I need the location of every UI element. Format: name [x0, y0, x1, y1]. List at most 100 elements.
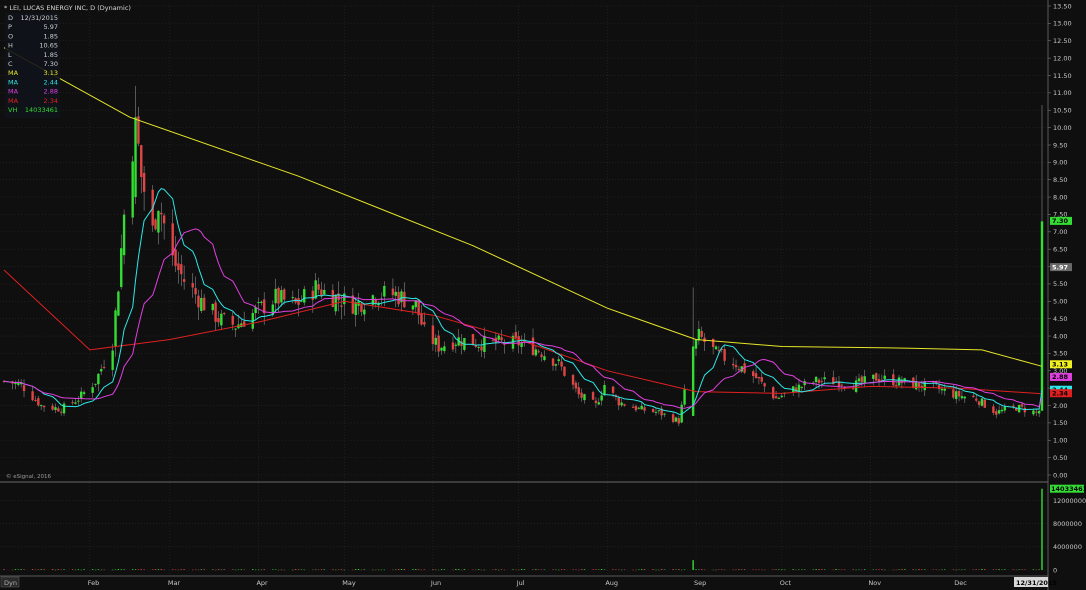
candle-body [637, 407, 641, 409]
price-chart[interactable]: 0.000.501.001.502.002.503.003.504.004.50… [0, 0, 1086, 590]
volume-bar [403, 569, 406, 570]
volume-bar [858, 569, 860, 571]
candle-body [537, 351, 540, 353]
volume-bar [377, 569, 380, 571]
volume-bar [878, 569, 880, 570]
volume-bar [944, 569, 946, 570]
volume-bar [838, 569, 840, 570]
candle-body [992, 406, 995, 413]
candle-body [234, 328, 237, 330]
volume-bar [563, 569, 566, 570]
candle-body [180, 264, 183, 275]
candle-body [937, 385, 941, 390]
volume-bar [783, 569, 786, 571]
volume-tick-label: 4000000 [1053, 543, 1082, 551]
candle-body [540, 354, 543, 358]
volume-bar [272, 569, 274, 570]
legend-value: 2.34 [44, 97, 58, 105]
candle-body [963, 396, 966, 399]
dynamic-tab-label[interactable]: Dyn [4, 579, 17, 587]
candle-body [651, 409, 655, 413]
price-tick-label: 11.50 [1053, 72, 1072, 80]
candle-body [631, 406, 635, 408]
volume-bar [40, 569, 42, 570]
price-tick-label: 12.50 [1053, 37, 1072, 45]
volume-bar [892, 569, 895, 571]
candle-body [923, 381, 926, 391]
volume-bar [174, 569, 177, 571]
candle-body [1032, 410, 1035, 415]
volume-bar [615, 569, 617, 570]
candle-body [757, 377, 761, 379]
candle-body [677, 418, 681, 424]
candle-body [1020, 404, 1024, 407]
volume-bar [423, 569, 426, 570]
candle-body [534, 349, 538, 356]
candle-body [894, 384, 898, 386]
volume-bar [623, 569, 626, 570]
volume-bar [163, 569, 165, 571]
candle-body [597, 402, 600, 405]
candle-body [1035, 411, 1038, 413]
candle-body [397, 291, 400, 305]
volume-bar [595, 569, 597, 570]
price-tick-label: 8.00 [1053, 193, 1067, 201]
volume-bar [480, 569, 483, 571]
candle-body [754, 373, 758, 378]
legend-key: VH [8, 106, 17, 114]
candle-body [563, 366, 566, 376]
candle-body [91, 387, 94, 393]
price-tick-label: 8.50 [1053, 176, 1067, 184]
candle-body [274, 288, 277, 304]
price-badge-label: 2.88 [1052, 373, 1069, 381]
legend-key: MA [8, 88, 19, 96]
month-label: Jul [516, 579, 525, 587]
volume-bar [154, 569, 157, 570]
volume-bar [443, 569, 446, 570]
volume-bar [97, 569, 100, 570]
candle-body [820, 381, 824, 383]
candle-body [577, 387, 580, 395]
volume-bar [94, 569, 97, 571]
volume-bar [277, 569, 280, 571]
volume-bar [292, 569, 294, 571]
legend-key: MA [8, 97, 19, 105]
volume-bar [437, 569, 440, 571]
volume-bar [80, 569, 82, 571]
month-label: Oct [780, 579, 792, 587]
legend-value: 5.97 [44, 23, 58, 31]
volume-bar [884, 569, 886, 571]
candle-body [674, 417, 678, 422]
volume-bar [981, 569, 983, 570]
candle-body [943, 388, 946, 391]
volume-bar [681, 569, 683, 571]
volume-bar [558, 569, 560, 571]
volume-bar [1021, 569, 1023, 570]
candle-body [500, 337, 503, 341]
candle-body [220, 313, 223, 326]
candle-body [39, 405, 43, 407]
volume-bar [114, 569, 117, 571]
volume-bar [984, 569, 986, 570]
volume-tick-label: 12000000 [1053, 497, 1086, 505]
candle-body [200, 297, 203, 311]
candle-body [303, 289, 306, 303]
candle-body [657, 410, 661, 412]
volume-bar [663, 569, 666, 571]
volume-bar [100, 569, 102, 571]
price-badge-label: 7.30 [1052, 217, 1069, 225]
candle-body [59, 411, 63, 413]
volume-bar [194, 569, 197, 571]
legend-value: 2.88 [44, 88, 58, 96]
candle-body [977, 401, 981, 405]
legend-key: O [8, 32, 13, 40]
candle-body [343, 293, 346, 305]
volume-bar [852, 569, 854, 570]
esignal-watermark: © eSignal, 2016 [6, 473, 52, 480]
volume-bar [180, 569, 182, 570]
volume-bar [103, 569, 105, 571]
volume-bar [821, 569, 823, 570]
candle-body [283, 289, 286, 300]
volume-bar [672, 569, 674, 570]
candle-body [1023, 407, 1027, 413]
